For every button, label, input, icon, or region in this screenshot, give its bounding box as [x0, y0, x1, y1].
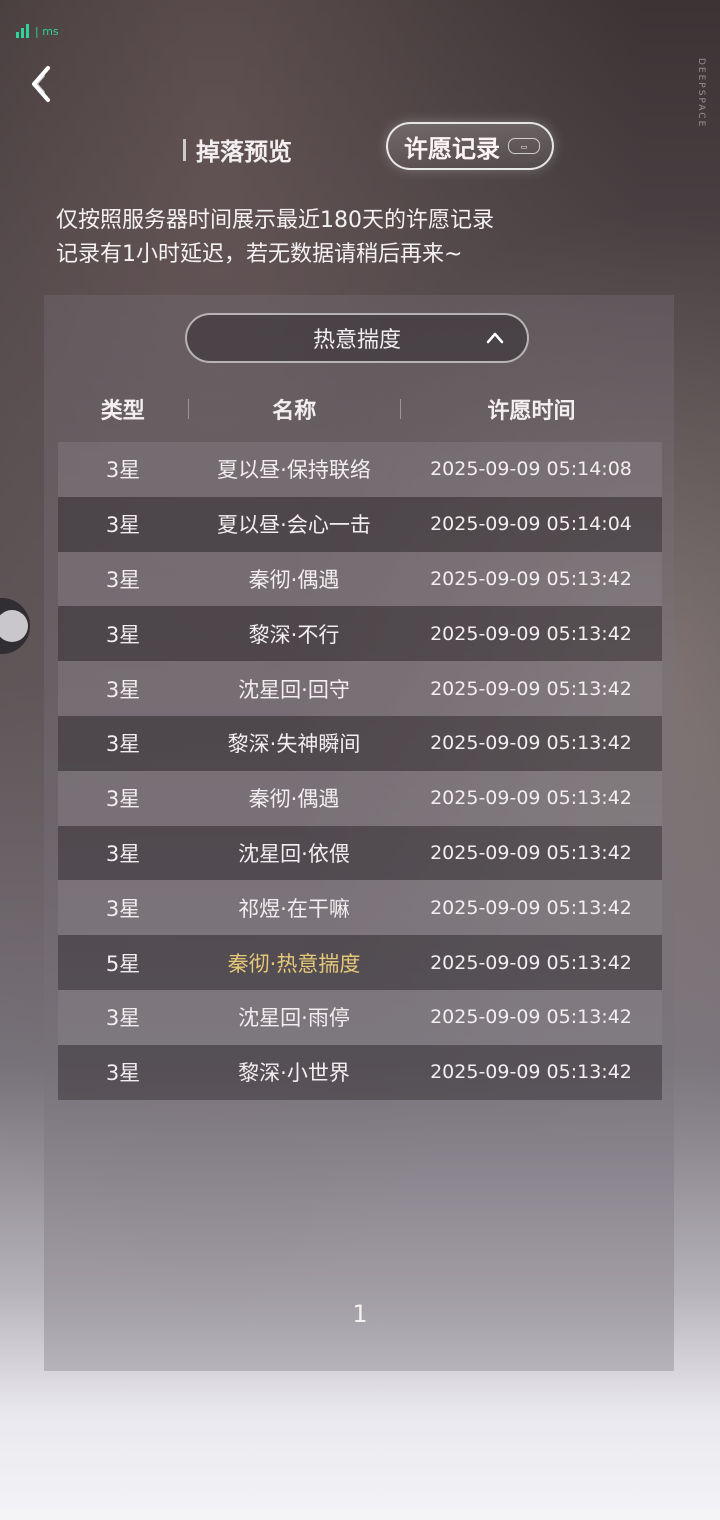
cell-time: 2025-09-09 05:13:42: [430, 787, 632, 810]
table-row: 3星 黎深·失神瞬间 2025-09-09 05:13:42: [58, 715, 662, 771]
cell-type: 3星: [105, 567, 141, 592]
notice-line-2: 记录有1小时延迟，若无数据请稍后再来~: [56, 242, 463, 267]
tab-drop-preview-label: 掉落预览: [196, 137, 292, 166]
cell-name: 黎深·失神瞬间: [227, 732, 361, 757]
record-table-body: 3星 夏以昼·保持联络 2025-09-09 05:14:08 3星 夏以昼·会心一击 2…: [58, 442, 662, 1100]
cell-name: 夏以昼·保持联络: [217, 458, 371, 483]
table-row: 5星 秦彻·热意揣度 2025-09-09 05:13:42: [58, 935, 662, 990]
cell-time: 2025-09-09 05:13:42: [430, 896, 632, 919]
cell-type: 3星: [105, 1061, 141, 1086]
cell-name: 黎深·小世界: [238, 1061, 350, 1086]
column-header-time: 许愿时间: [487, 399, 576, 424]
cell-type: 3星: [105, 622, 141, 647]
cell-time: 2025-09-09 05:13:42: [430, 677, 632, 700]
tab-bar: 掉落预览 许愿记录 ▭: [0, 120, 720, 176]
cell-name: 秦彻·偶遇: [248, 567, 340, 592]
table-row: 3星 沈星回·回守 2025-09-09 05:13:42: [58, 661, 662, 716]
column-header-type: 类型: [100, 399, 145, 424]
cell-name: 夏以昼·会心一击: [217, 513, 371, 538]
pool-filter-dropdown[interactable]: 热意揣度: [185, 313, 529, 363]
table-row: 3星 黎深·不行 2025-09-09 05:13:42: [58, 606, 662, 662]
assist-knob-icon: [0, 610, 28, 642]
tab-wish-record-label: 许愿记录: [404, 133, 500, 163]
cell-name: 祁煜·在干嘛: [238, 896, 350, 921]
cell-name: 秦彻·偶遇: [248, 787, 340, 812]
notice-line-1: 仅按照服务器时间展示最近180天的许愿记录: [56, 208, 494, 233]
signal-bars-icon: [16, 24, 29, 38]
cell-name: 秦彻·热意揣度: [227, 951, 361, 976]
cell-type: 3星: [105, 1006, 141, 1031]
chevron-up-icon: [486, 332, 504, 344]
brand-watermark: DEEPSPACE: [696, 58, 706, 129]
cell-time: 2025-09-09 05:14:04: [430, 513, 632, 536]
notice-text: 仅按照服务器时间展示最近180天的许愿记录 记录有1小时延迟，若无数据请稍后再来…: [56, 204, 494, 272]
cell-time: 2025-09-09 05:13:42: [430, 732, 632, 755]
table-row: 3星 沈星回·依偎 2025-09-09 05:13:42: [58, 825, 662, 881]
cell-type: 3星: [105, 677, 141, 702]
cell-time: 2025-09-09 05:13:42: [430, 1006, 632, 1029]
table-row: 3星 夏以昼·保持联络 2025-09-09 05:14:08: [58, 442, 662, 497]
tab-wish-record[interactable]: 许愿记录 ▭: [386, 122, 554, 170]
cell-time: 2025-09-09 05:13:42: [430, 841, 632, 864]
back-arrow-icon: [32, 66, 50, 102]
cell-name: 沈星回·雨停: [238, 1006, 350, 1031]
table-row: 3星 黎深·小世界 2025-09-09 05:13:42: [58, 1044, 662, 1100]
cell-name: 沈星回·依偎: [238, 841, 350, 866]
floating-assist-button[interactable]: [0, 598, 30, 654]
status-bar: | ms: [16, 24, 59, 38]
table-row: 3星 沈星回·雨停 2025-09-09 05:13:42: [58, 989, 662, 1045]
latency-text: | ms: [35, 25, 59, 38]
cell-time: 2025-09-09 05:13:42: [430, 1061, 632, 1084]
tab-divider: [183, 138, 186, 161]
cell-type: 3星: [105, 732, 141, 757]
cell-type: 3星: [105, 787, 141, 812]
table-header: 类型 名称 许愿时间: [58, 386, 662, 432]
cell-time: 2025-09-09 05:13:42: [430, 567, 632, 590]
tab-drop-preview[interactable]: 掉落预览: [183, 132, 292, 167]
cell-time: 2025-09-09 05:14:08: [430, 458, 632, 481]
table-row: 3星 夏以昼·会心一击 2025-09-09 05:14:04: [58, 496, 662, 552]
cell-type: 3星: [105, 841, 141, 866]
cell-type: 3星: [105, 458, 141, 483]
cell-name: 黎深·不行: [248, 622, 340, 647]
table-row: 3星 秦彻·偶遇 2025-09-09 05:13:42: [58, 551, 662, 607]
page-number[interactable]: 1: [340, 1300, 380, 1328]
table-row: 3星 秦彻·偶遇 2025-09-09 05:13:42: [58, 770, 662, 826]
cell-type: 3星: [105, 513, 141, 538]
table-row: 3星 祁煜·在干嘛 2025-09-09 05:13:42: [58, 880, 662, 936]
cell-name: 沈星回·回守: [238, 677, 350, 702]
column-header-name: 名称: [272, 399, 317, 424]
cell-type: 5星: [105, 951, 141, 976]
cell-time: 2025-09-09 05:13:42: [430, 622, 632, 645]
cell-time: 2025-09-09 05:13:42: [430, 951, 632, 974]
tab-badge-icon: ▭: [508, 138, 540, 154]
back-button[interactable]: [26, 64, 66, 104]
cell-type: 3星: [105, 896, 141, 921]
pool-filter-value: 热意揣度: [312, 328, 401, 353]
